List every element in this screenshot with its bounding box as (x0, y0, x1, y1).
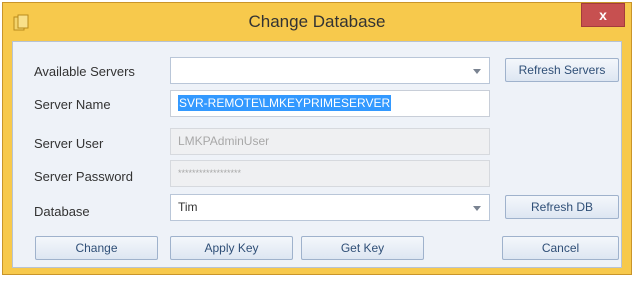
server-user-value: LMKPAdminUser (178, 134, 270, 148)
cancel-button[interactable]: Cancel (502, 236, 619, 260)
server-user-label: Server User (34, 136, 104, 151)
server-name-value: SVR-REMOTE\LMKEYPRIMESERVER (178, 95, 392, 111)
available-servers-label: Available Servers (34, 64, 135, 79)
title-bar[interactable]: Change Database x (3, 3, 631, 41)
server-name-label: Server Name (34, 97, 111, 112)
window-title: Change Database (248, 12, 386, 31)
database-value: Tim (178, 200, 198, 214)
change-database-window: Change Database x Available Servers Refr… (2, 2, 632, 275)
database-label: Database (34, 204, 90, 219)
refresh-db-button[interactable]: Refresh DB (505, 195, 619, 219)
get-key-button[interactable]: Get Key (301, 236, 424, 260)
refresh-servers-button[interactable]: Refresh Servers (505, 58, 619, 82)
server-password-value: ****************** (178, 168, 242, 178)
dialog-body: Available Servers Refresh Servers Server… (12, 41, 622, 268)
database-dropdown[interactable]: Tim (170, 194, 490, 221)
server-password-input[interactable]: ****************** (170, 160, 490, 187)
chevron-down-icon[interactable] (473, 206, 481, 211)
close-button[interactable]: x (581, 3, 625, 27)
chevron-down-icon[interactable] (473, 69, 481, 74)
apply-key-button[interactable]: Apply Key (170, 236, 293, 260)
server-user-input[interactable]: LMKPAdminUser (170, 128, 490, 155)
server-password-label: Server Password (34, 169, 133, 184)
server-name-input[interactable]: SVR-REMOTE\LMKEYPRIMESERVER (170, 90, 490, 117)
available-servers-dropdown[interactable] (170, 57, 490, 84)
change-button[interactable]: Change (35, 236, 158, 260)
